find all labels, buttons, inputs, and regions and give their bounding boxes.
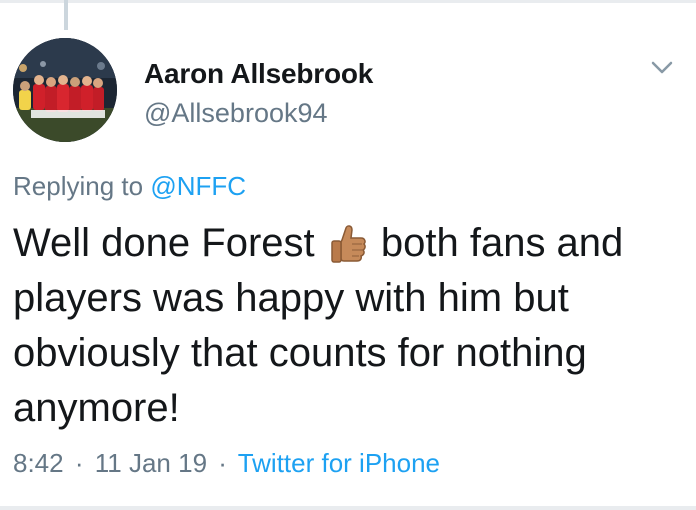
thread-connector-line [64,0,68,30]
thumbs-up-icon [328,222,368,264]
bottom-divider [0,502,696,510]
tweet-text: Well done Forest both fans and players w… [13,216,683,436]
tweet-text-part-1: Well done Forest [13,221,315,265]
display-name[interactable]: Aaron Allsebrook [144,58,373,90]
replying-to: Replying to @NFFC [13,171,246,202]
top-divider [0,0,696,8]
tweet-card: Aaron Allsebrook @Allsebrook94 Replying … [0,0,696,510]
tweet-source-link[interactable]: Twitter for iPhone [238,448,440,478]
tweet-date[interactable]: 11 Jan 19 [95,448,207,478]
tweet-metadata: 8:42 · 11 Jan 19 · Twitter for iPhone [13,448,440,479]
avatar-team-photo-icon [13,38,117,142]
replying-to-prefix: Replying to [13,171,144,201]
replying-to-mention[interactable]: @NFFC [150,171,246,201]
separator-dot: · [74,448,84,478]
avatar[interactable] [13,38,117,142]
tweet-time[interactable]: 8:42 [13,448,64,478]
chevron-down-icon[interactable] [648,54,676,82]
user-handle[interactable]: @Allsebrook94 [144,98,328,129]
separator-dot: · [218,448,227,478]
